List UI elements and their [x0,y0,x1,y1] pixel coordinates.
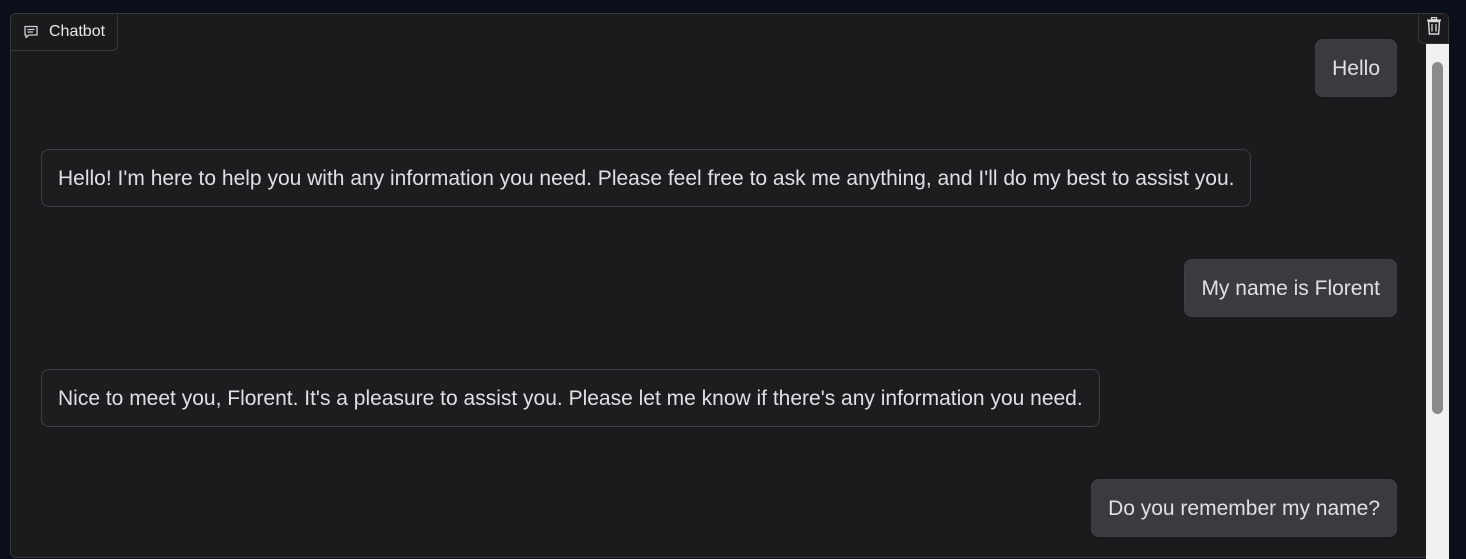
trash-icon[interactable] [1426,16,1442,40]
bot-message: Nice to meet you, Florent. It's a pleasu… [41,369,1100,427]
user-message: Do you remember my name? [1091,479,1397,537]
chatbot-label: Chatbot [11,14,119,51]
message-list: Hello Hello! I'm here to help you with a… [41,38,1397,558]
user-message: Hello [1315,39,1397,97]
scrollbar-track[interactable] [1426,44,1449,559]
chatbot-label-text: Chatbot [49,23,106,40]
user-message: My name is Florent [1184,259,1397,317]
clear-chat-button[interactable] [1418,14,1448,44]
bot-message: Hello! I'm here to help you with any inf… [41,149,1252,207]
chat-icon [23,24,39,40]
chatbot-panel: Chatbot Hello Hello! I'm here to help yo… [10,13,1449,559]
scrollbar-thumb[interactable] [1432,62,1443,414]
